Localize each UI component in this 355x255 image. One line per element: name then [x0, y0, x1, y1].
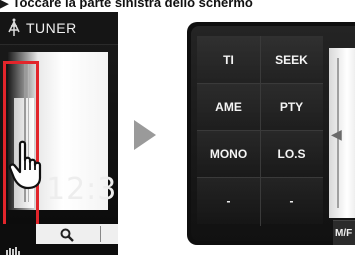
left-device-screen: TUNER 12:3	[0, 12, 118, 255]
instruction-caption: ▶ Toccare la parte sinistra dello schermo	[0, 0, 355, 9]
source-title: TUNER	[26, 20, 77, 36]
bottom-separator	[100, 226, 101, 242]
equalizer-icon[interactable]	[6, 247, 24, 255]
los-button[interactable]: LO.S	[260, 130, 323, 177]
search-icon[interactable]	[60, 228, 74, 242]
mf-tab[interactable]: M/F	[333, 220, 355, 245]
grid-divider	[197, 130, 323, 131]
panel-handle[interactable]: ◀	[329, 48, 355, 218]
function-panel: TI SEEK AME PTY MONO LO.S - - ◀ M/F	[191, 26, 355, 245]
ti-button[interactable]: TI	[197, 36, 260, 83]
caption-arrow-icon: ▶	[0, 0, 9, 9]
hand-pointer-icon	[8, 140, 42, 190]
mono-button[interactable]: MONO	[197, 130, 260, 177]
bottom-bar	[0, 224, 118, 255]
ame-button[interactable]: AME	[197, 83, 260, 130]
top-bar: TUNER	[0, 12, 118, 45]
seek-button[interactable]: SEEK	[260, 36, 323, 83]
antenna-icon	[8, 18, 20, 36]
right-device-screen: TI SEEK AME PTY MONO LO.S - - ◀ M/F	[187, 22, 355, 245]
caption-text: Toccare la parte sinistra dello schermo	[12, 0, 253, 9]
empty-button-2[interactable]: -	[260, 177, 323, 224]
clock-display: 12:3	[46, 172, 118, 207]
empty-button-1[interactable]: -	[197, 177, 260, 224]
collapse-arrow-icon: ◀	[331, 126, 342, 142]
right-arrow-icon	[134, 120, 156, 150]
pty-button[interactable]: PTY	[260, 83, 323, 130]
bottom-control-bar	[36, 224, 118, 244]
grid-divider	[260, 36, 261, 226]
grid-divider	[197, 83, 323, 84]
function-button-grid: TI SEEK AME PTY MONO LO.S - -	[197, 36, 323, 226]
grid-divider	[197, 177, 323, 178]
